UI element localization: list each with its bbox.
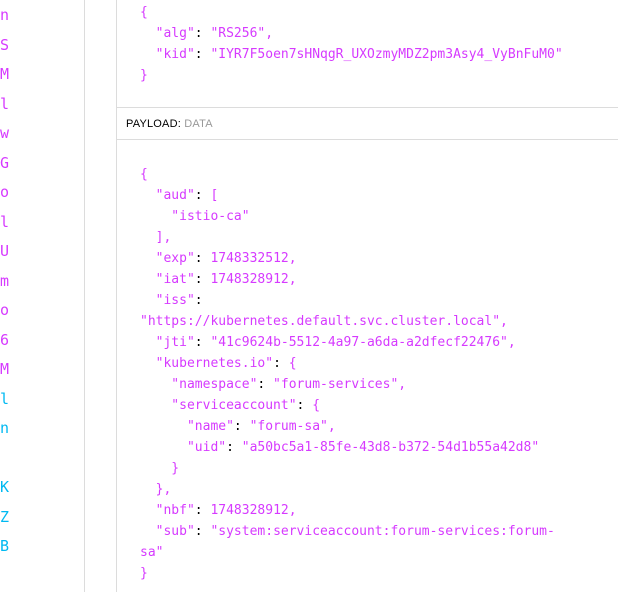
payload-json-line: "aud": [ <box>140 188 219 203</box>
payload-json-line: } <box>140 566 148 581</box>
json-key: "kid" <box>140 47 195 62</box>
header-json-line: "kid": "IYR7F5oen7sHNqgR_UXOzmyMDZ2pm3As… <box>140 47 563 62</box>
encoded-char: Z <box>0 507 10 526</box>
payload-json-line: "uid": "a50bc5a1-85fe-43d8-b372-54d1b55a… <box>140 440 540 455</box>
payload-json-line: "https://kubernetes.default.svc.cluster.… <box>140 314 508 329</box>
panel-divider <box>84 0 85 592</box>
encoded-char: l <box>0 389 10 408</box>
encoded-char: l <box>0 94 10 113</box>
encoded-char: m <box>0 271 10 290</box>
payload-json-line: "kubernetes.io": { <box>140 356 297 371</box>
payload-json-line: "name": "forum-sa", <box>140 419 336 434</box>
payload-json-line: "namespace": "forum-services", <box>140 377 407 392</box>
header-json-line: "alg": "RS256", <box>140 26 274 41</box>
payload-json-line: "iss": <box>140 293 203 308</box>
encoded-char: 6 <box>0 330 10 349</box>
payload-json-line: "nbf": 1748328912, <box>140 503 297 518</box>
payload-json-line: { <box>140 167 148 182</box>
payload-json-line: "iat": 1748328912, <box>140 272 297 287</box>
encoded-char: l <box>0 212 10 231</box>
payload-json-line: "exp": 1748332512, <box>140 251 297 266</box>
encoded-char: n <box>0 419 10 437</box>
payload-sublabel: DATA <box>184 118 213 130</box>
payload-json-line: "istio-ca" <box>140 209 250 224</box>
payload-json-line: } <box>140 461 180 476</box>
encoded-char: U <box>0 242 10 260</box>
encoded-char: M <box>0 360 10 378</box>
payload-json-line: "sub": "system:serviceaccount:forum-serv… <box>140 524 555 539</box>
payload-section-label: PAYLOAD: DATA <box>126 118 213 130</box>
encoded-char: G <box>0 153 10 172</box>
encoded-char: K <box>0 478 10 496</box>
header-json-line: { <box>140 5 148 20</box>
payload-json-line: sa" <box>140 545 164 560</box>
encoded-char: n <box>0 6 10 24</box>
payload-json-line: "jti": "41c9624b-5512-4a97-a6da-a2dfecf2… <box>140 335 516 350</box>
decoded-panel-border <box>116 0 117 592</box>
section-divider <box>116 139 618 140</box>
encoded-token-column: nSMlwGolUmo6MlnKZB <box>0 0 30 592</box>
payload-json-line: ], <box>140 230 172 245</box>
encoded-char: S <box>0 35 10 54</box>
payload-json: { "aud": [ "istio-ca" ], "exp": 17483325… <box>140 164 555 584</box>
payload-label: PAYLOAD: <box>126 118 181 130</box>
json-value: "IYR7F5oen7sHNqgR_UXOzmyMDZ2pm3Asy4_VyBn… <box>210 47 563 62</box>
section-divider <box>116 107 618 108</box>
encoded-char: w <box>0 124 10 142</box>
json-value: "RS256", <box>210 26 274 41</box>
payload-json-line: "serviceaccount": { <box>140 398 321 413</box>
json-key: "alg" <box>140 26 195 41</box>
encoded-char: o <box>0 301 10 319</box>
payload-json-line: }, <box>140 482 172 497</box>
encoded-char: B <box>0 537 10 555</box>
encoded-char: o <box>0 183 10 201</box>
encoded-char: M <box>0 65 10 83</box>
header-json: { "alg": "RS256", "kid": "IYR7F5oen7sHNq… <box>140 2 563 86</box>
header-json-line: } <box>140 68 148 83</box>
